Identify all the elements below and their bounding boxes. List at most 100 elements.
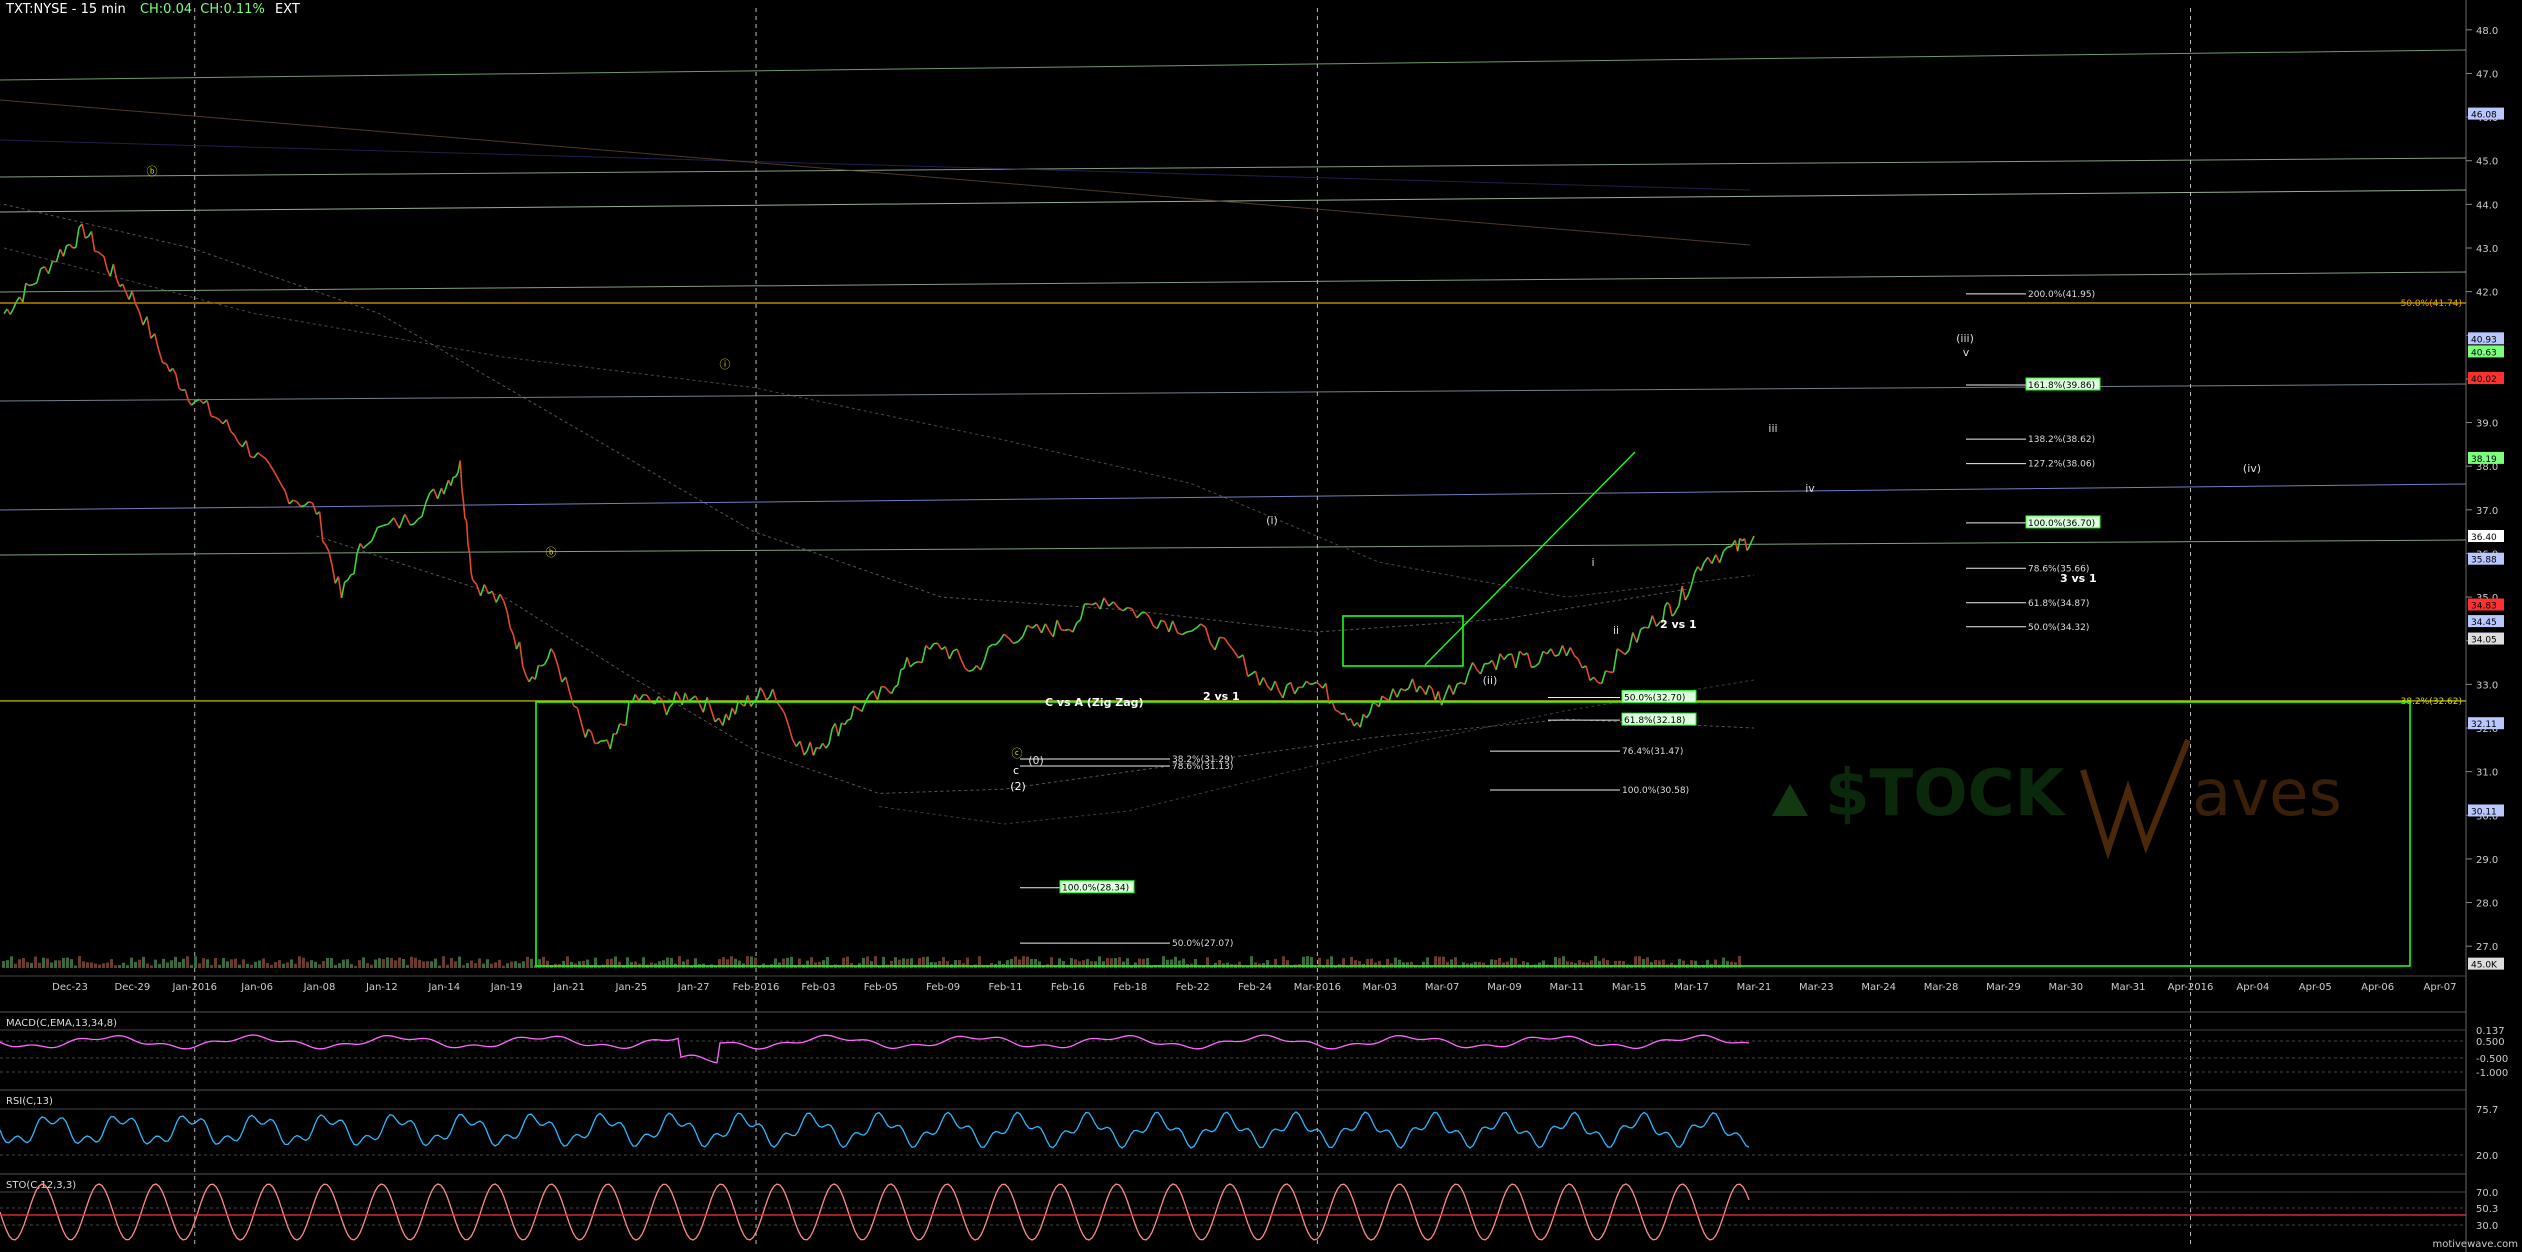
volume-bar [1218,960,1221,968]
price-segment [1013,641,1019,645]
price-segment [925,644,931,650]
volume-bar [486,959,489,968]
volume-bar [1654,960,1657,968]
price-segment [1707,556,1713,565]
volume-bar [1006,960,1009,968]
wave-label: (iii) [1956,332,1974,345]
volume-bar [382,959,385,968]
price-segment [1350,718,1355,727]
price-segment [475,584,482,597]
price-segment [157,349,164,364]
price-segment [421,502,427,517]
price-segment [828,728,833,745]
volume-bar [294,963,297,968]
price-segment [1452,683,1458,695]
price-segment [1079,603,1086,620]
price-segment [1419,685,1424,690]
price-segment [1693,566,1699,574]
volume-bar [102,963,105,968]
wave-label: (ii) [1483,674,1498,687]
price-segment [587,728,593,733]
price-segment [762,691,768,701]
price-segment [968,669,973,673]
price-segment [62,245,68,257]
price-tag-label: 34.83 [2471,602,2497,612]
price-segment [1108,601,1114,607]
price-segment [265,458,271,465]
price-segment [1315,681,1321,686]
price-segment [669,703,674,708]
macd-panel-tick-label: -0.500 [2476,1054,2508,1065]
fib-mid-label: 76.4%(31.47) [1622,747,1683,757]
price-segment [964,667,970,672]
price-segment [684,692,690,702]
price-segment [1411,678,1418,693]
price-segment [948,650,954,660]
price-segment [661,700,668,716]
price-tag-label: 34.05 [2471,636,2497,646]
price-segment [999,633,1005,641]
price-segment [1750,535,1755,542]
x-tick-label: Mar-21 [1737,982,1772,993]
volume-bar [402,958,405,968]
volume-bar [366,963,369,968]
price-segment [21,282,27,303]
volume-bar [146,963,149,968]
price-segment [1714,554,1721,564]
price-segment [1301,680,1308,688]
volume-bar [1578,960,1581,968]
x-tick-label: Feb-24 [1238,982,1272,993]
price-segment [1651,615,1658,627]
price-segment [268,463,275,471]
volume-bar [238,964,241,968]
volume-bar [522,961,525,968]
price-segment [1392,688,1398,698]
price-segment [1343,713,1349,721]
price-segment [1242,654,1249,677]
volume-bar [1090,961,1093,968]
price-segment [518,641,524,667]
volume-bar [398,957,401,968]
volume-bar [114,965,117,968]
volume-bar [582,960,585,968]
price-segment [1219,636,1225,639]
y-tick-label: 48.0 [2476,26,2498,37]
volume-bar [410,956,413,968]
volume-bar [1102,961,1105,968]
price-segment [1624,649,1630,655]
price-segment [165,363,171,372]
price-segment [1365,713,1371,719]
volume-bar [186,956,189,968]
price-segment [1313,681,1317,685]
price-segment [1400,687,1406,692]
volume-bar [94,963,97,968]
volume-bar [1606,960,1609,968]
price-segment [1088,603,1093,606]
volume-bar [562,960,565,968]
volume-bar [250,964,253,968]
price-segment [331,565,337,584]
volume-bar [170,960,173,968]
price-segment [1700,562,1705,572]
price-segment [1072,622,1078,633]
price-segment [1499,653,1505,661]
volume-bar [634,961,637,968]
fib-right-label: 200.0%(41.95) [2028,290,2095,300]
price-tag-label: 34.45 [2471,618,2497,628]
volume-bar [58,960,61,968]
price-segment [550,648,555,654]
volume-bar [322,960,325,968]
price-segment [43,266,50,275]
price-segment [40,266,45,270]
volume-bar [278,960,281,968]
price-segment [142,316,148,326]
chart-area[interactable]: 27.028.029.030.031.032.033.034.035.036.0… [0,0,2522,1252]
x-tick-label: Jan-14 [427,982,460,993]
y-tick-label: 27.0 [2476,942,2498,953]
volume-bar [158,964,161,968]
volume-bar [222,957,225,968]
wave-label: (iv) [2243,462,2261,475]
price-segment [233,434,240,443]
fib-left-key-label: 100.0%(28.34) [1062,884,1129,894]
volume-bar [454,961,457,968]
